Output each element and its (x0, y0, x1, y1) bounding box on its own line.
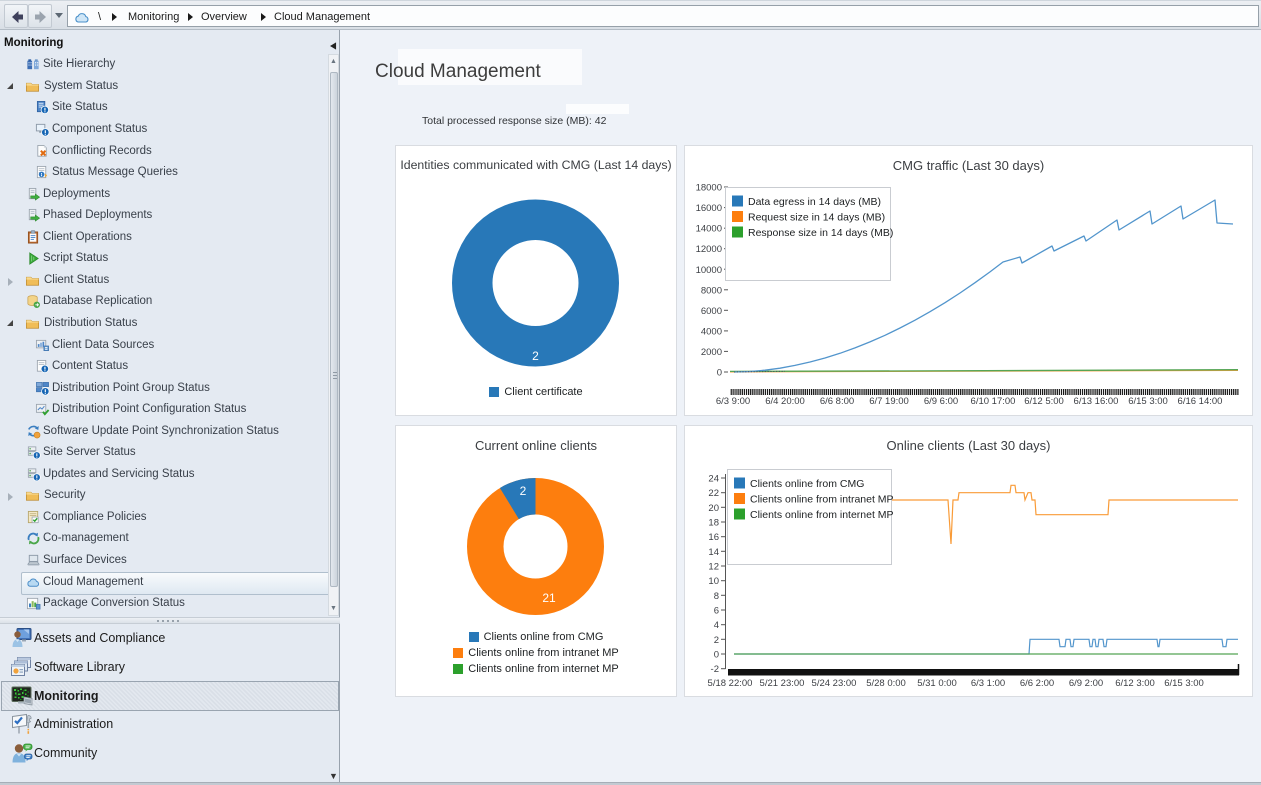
svg-text:6/6 2:00: 6/6 2:00 (1020, 678, 1054, 689)
svg-text:0: 0 (714, 650, 719, 661)
svg-text:6/13 16:00: 6/13 16:00 (1074, 396, 1119, 407)
svg-text:2: 2 (532, 349, 539, 363)
svg-text:24: 24 (708, 474, 719, 485)
svg-text:6/10 17:00: 6/10 17:00 (971, 396, 1016, 407)
svg-text:8000: 8000 (701, 285, 722, 296)
svg-text:-2: -2 (711, 664, 719, 675)
svg-text:5/21 23:00: 5/21 23:00 (760, 678, 805, 689)
svg-text:6/15 3:00: 6/15 3:00 (1128, 396, 1168, 407)
svg-text:5/31 0:00: 5/31 0:00 (917, 678, 957, 689)
svg-text:6/3 1:00: 6/3 1:00 (971, 678, 1005, 689)
svg-text:2: 2 (714, 635, 719, 646)
svg-text:18: 18 (708, 518, 719, 529)
svg-text:4000: 4000 (701, 326, 722, 337)
svg-text:2000: 2000 (701, 347, 722, 358)
svg-text:14: 14 (708, 547, 719, 558)
svg-text:0: 0 (717, 368, 722, 379)
svg-text:6/3 9:00: 6/3 9:00 (716, 396, 750, 407)
svg-text:Clients online from CMG: Clients online from CMG (750, 478, 864, 490)
svg-text:10: 10 (708, 576, 719, 587)
svg-text:Clients online from internet M: Clients online from internet MP (750, 509, 894, 521)
svg-text:5/18 22:00: 5/18 22:00 (708, 678, 753, 689)
svg-text:20: 20 (708, 503, 719, 514)
svg-text:5/28 0:00: 5/28 0:00 (866, 678, 906, 689)
svg-text:4: 4 (714, 620, 719, 631)
svg-text:Clients online from intranet M: Clients online from intranet MP (750, 494, 894, 506)
svg-text:18000: 18000 (696, 183, 722, 194)
svg-text:6/12 5:00: 6/12 5:00 (1024, 396, 1064, 407)
svg-text:16: 16 (708, 532, 719, 543)
svg-text:6/16 14:00: 6/16 14:00 (1178, 396, 1223, 407)
svg-text:6000: 6000 (701, 306, 722, 317)
svg-text:6/15 3:00: 6/15 3:00 (1164, 678, 1204, 689)
svg-text:21: 21 (542, 591, 556, 605)
svg-text:Request size in 14 days (MB): Request size in 14 days (MB) (748, 212, 885, 224)
svg-text:6/4 20:00: 6/4 20:00 (765, 396, 805, 407)
svg-text:Response size in 14 days (MB): Response size in 14 days (MB) (748, 227, 893, 239)
svg-text:6/6 8:00: 6/6 8:00 (820, 396, 854, 407)
svg-text:6/9 6:00: 6/9 6:00 (924, 396, 958, 407)
svg-text:16000: 16000 (696, 203, 722, 214)
svg-text:8: 8 (714, 591, 719, 602)
svg-text:2: 2 (520, 484, 527, 498)
svg-text:Data egress in 14 days (MB): Data egress in 14 days (MB) (748, 196, 881, 208)
svg-text:6/9 2:00: 6/9 2:00 (1069, 678, 1103, 689)
svg-text:6/12 3:00: 6/12 3:00 (1115, 678, 1155, 689)
svg-text:12000: 12000 (696, 244, 722, 255)
svg-text:22: 22 (708, 488, 719, 499)
svg-text:12: 12 (708, 562, 719, 573)
svg-text:6/7 19:00: 6/7 19:00 (869, 396, 909, 407)
svg-text:14000: 14000 (696, 224, 722, 235)
svg-text:10000: 10000 (696, 265, 722, 276)
svg-text:5/24 23:00: 5/24 23:00 (812, 678, 857, 689)
svg-text:6: 6 (714, 606, 719, 617)
